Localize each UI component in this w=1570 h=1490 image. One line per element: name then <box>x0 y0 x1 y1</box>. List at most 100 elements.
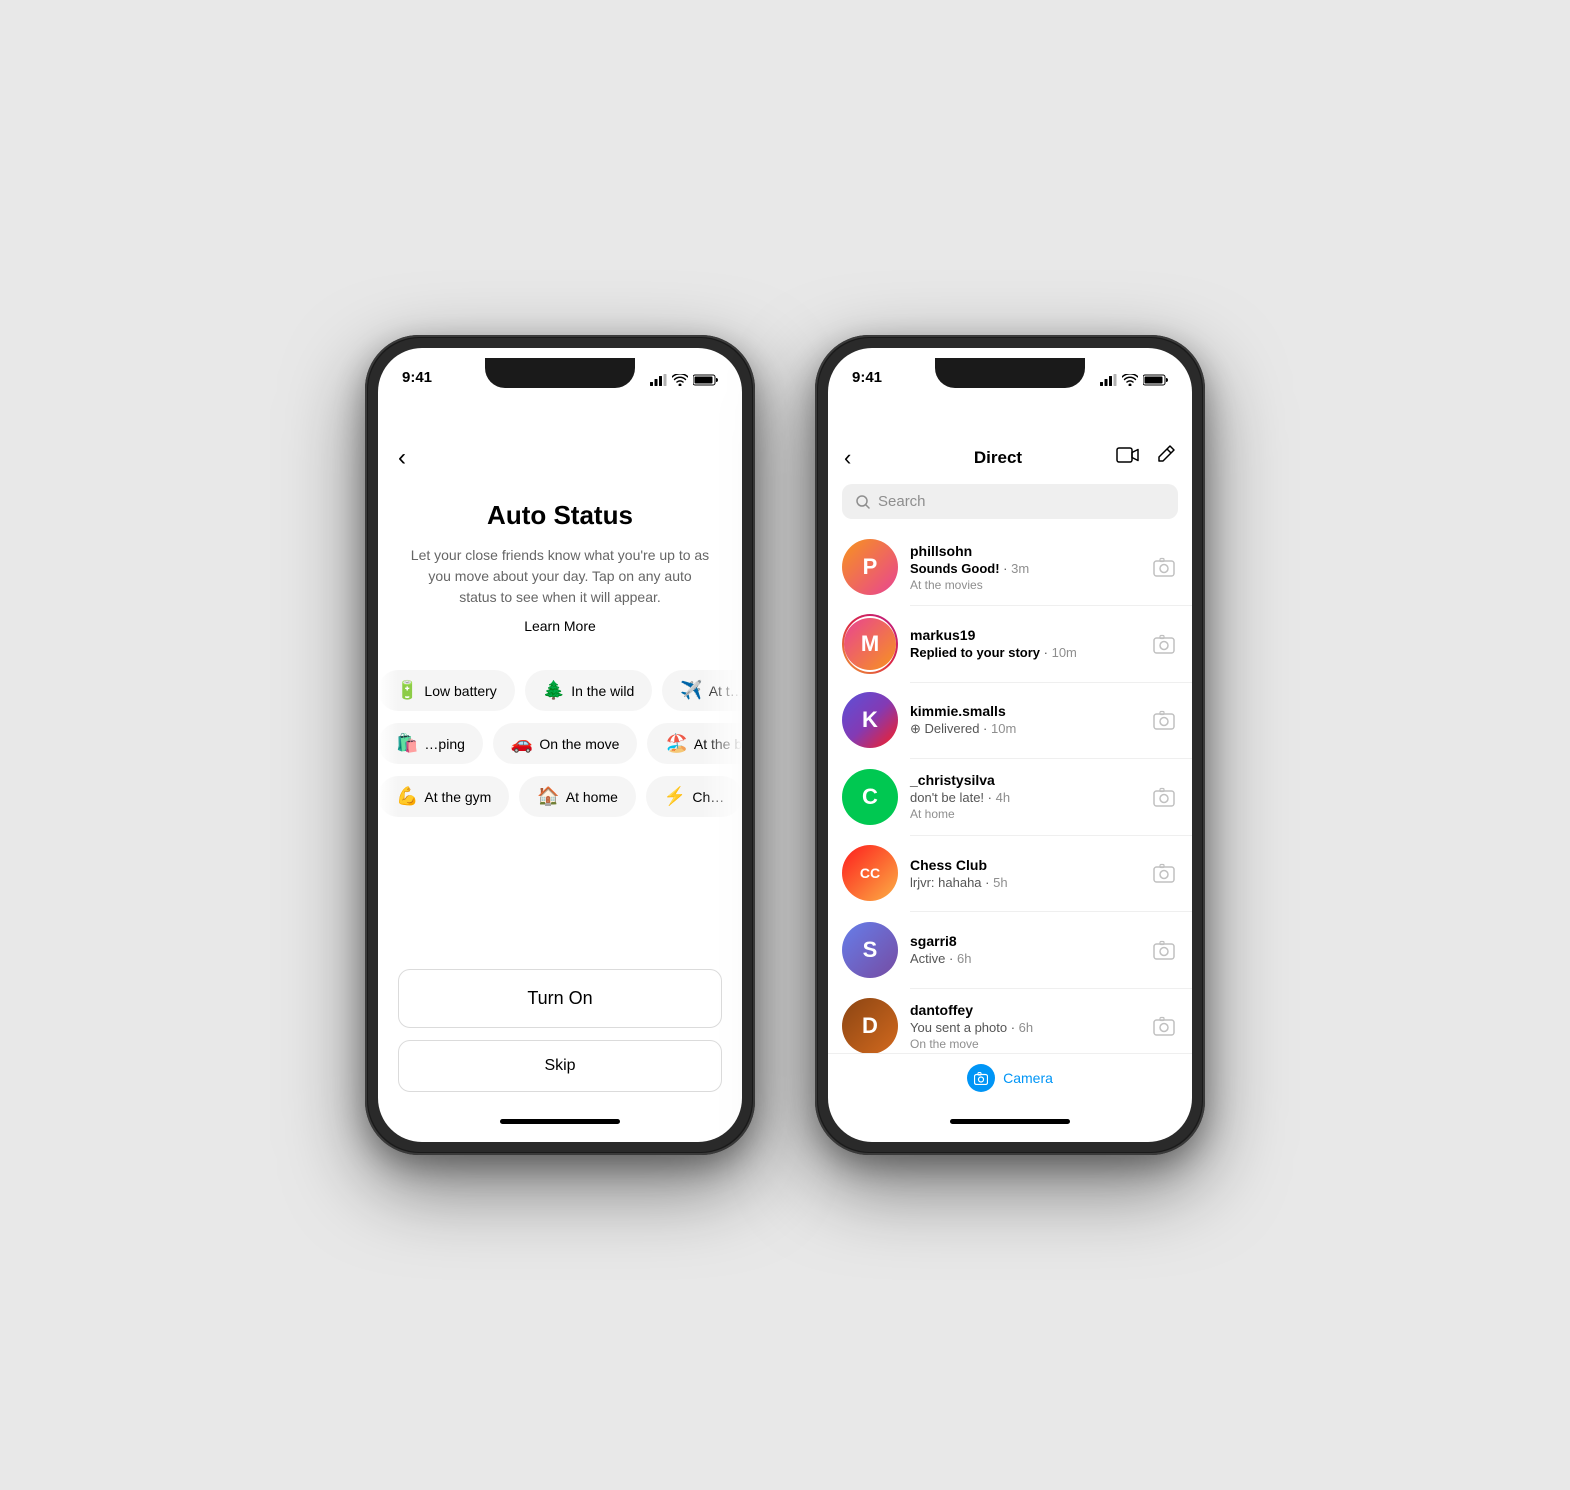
avatar-dantoffey: D <box>842 998 898 1053</box>
avatar-wrapper-dantoffey: D <box>842 998 898 1053</box>
auto-status-content: ‹ Auto Status Let your close friends kno… <box>378 392 742 1142</box>
message-info-markus19: markus19 Replied to your story · 10m <box>910 627 1138 660</box>
pill-low-battery[interactable]: 🔋 Low battery <box>378 670 515 711</box>
camera-svg-christy <box>1153 787 1175 807</box>
message-info-chess: Chess Club lrjvr: hahaha · 5h <box>910 857 1138 890</box>
pill-at-the-gym[interactable]: 💪 At the gym <box>378 776 509 817</box>
back-button-left[interactable]: ‹ <box>378 436 426 480</box>
username-sgarri8: sgarri8 <box>910 933 1138 949</box>
messages-list: P phillsohn Sounds Good! · 3m At the mov… <box>828 529 1192 1053</box>
camera-svg-phillsohn <box>1153 557 1175 577</box>
camera-btn-markus19[interactable] <box>1150 630 1178 658</box>
preview-sgarri8: Active · 6h <box>910 951 1138 966</box>
time-left: 9:41 <box>402 369 432 386</box>
skip-button[interactable]: Skip <box>398 1040 722 1092</box>
right-phone: 9:41 <box>815 335 1205 1155</box>
avatar-phillsohn: P <box>842 539 898 595</box>
avatar-wrapper-christy: C <box>842 769 898 825</box>
pills-row-1: 🔋 Low battery 🌲 In the wild ✈️ At t… <box>378 664 742 717</box>
home-indicator-left <box>500 1119 620 1124</box>
turn-on-button[interactable]: Turn On <box>398 969 722 1028</box>
pill-at-the-beach[interactable]: 🏖️ At the bead <box>647 723 742 764</box>
username-markus19: markus19 <box>910 627 1138 643</box>
preview-markus19: Replied to your story · 10m <box>910 645 1138 660</box>
direct-content: ‹ Direct <box>828 392 1192 1142</box>
camera-svg-dantoffey <box>1153 1016 1175 1036</box>
search-placeholder-text: Search <box>878 493 926 510</box>
compose-icon[interactable] <box>1154 444 1176 472</box>
message-item-dantoffey[interactable]: D dantoffey You sent a photo · 6h On the… <box>828 988 1192 1053</box>
home-indicator-right <box>950 1119 1070 1124</box>
compose-svg <box>1154 444 1176 466</box>
avatar-christy: C <box>842 769 898 825</box>
message-item-sgarri8[interactable]: S sgarri8 Active · 6h <box>828 912 1192 988</box>
camera-btn-kimmie[interactable] <box>1150 706 1178 734</box>
video-camera-svg <box>1116 446 1140 464</box>
wifi-icon <box>672 374 688 386</box>
pill-ch[interactable]: ⚡ Ch… <box>646 776 742 817</box>
bottom-buttons: Turn On Skip <box>378 949 742 1142</box>
wifi-icon-right <box>1122 374 1138 386</box>
direct-header: ‹ Direct <box>828 436 1192 484</box>
pills-row-2: 🛍️ …ping 🚗 On the move 🏖️ At the bead <box>378 717 742 770</box>
preview-dantoffey: You sent a photo · 6h <box>910 1020 1138 1035</box>
status-dantoffey: On the move <box>910 1037 1138 1051</box>
message-item-markus19[interactable]: M markus19 Replied to your story · 10m <box>828 606 1192 682</box>
camera-svg-markus19 <box>1153 634 1175 654</box>
camera-svg-chess <box>1153 863 1175 883</box>
left-phone: 9:41 <box>365 335 755 1155</box>
avatar-chess: CC <box>842 845 898 901</box>
status-christy: At home <box>910 807 1138 821</box>
search-icon <box>856 495 870 509</box>
preview-chess: lrjvr: hahaha · 5h <box>910 875 1138 890</box>
status-pills-section: 🔋 Low battery 🌲 In the wild ✈️ At t… <box>378 664 742 949</box>
username-chess: Chess Club <box>910 857 1138 873</box>
camera-btn-chess[interactable] <box>1150 859 1178 887</box>
video-icon[interactable] <box>1116 446 1140 470</box>
signal-icon <box>650 374 667 386</box>
search-bar[interactable]: Search <box>842 484 1178 519</box>
message-item-phillsohn[interactable]: P phillsohn Sounds Good! · 3m At the mov… <box>828 529 1192 605</box>
battery-icon <box>693 374 718 386</box>
camera-btn-dantoffey[interactable] <box>1150 1012 1178 1040</box>
camera-btn-sgarri8[interactable] <box>1150 936 1178 964</box>
back-button-right[interactable]: ‹ <box>844 445 880 471</box>
username-kimmie: kimmie.smalls <box>910 703 1138 719</box>
avatar-wrapper-chess: CC <box>842 845 898 901</box>
avatar-wrapper-markus19: M <box>842 616 898 672</box>
status-icons-right <box>1100 374 1168 386</box>
message-item-kimmie[interactable]: K kimmie.smalls ⊕ Delivered · 10m <box>828 682 1192 758</box>
camera-btn-phillsohn[interactable] <box>1150 553 1178 581</box>
message-item-chess[interactable]: CC Chess Club lrjvr: hahaha · 5h <box>828 835 1192 911</box>
notch-right <box>935 358 1085 388</box>
auto-status-description: Let your close friends know what you're … <box>408 545 712 608</box>
battery-icon-right <box>1143 374 1168 386</box>
message-info-sgarri8: sgarri8 Active · 6h <box>910 933 1138 966</box>
pill-at-t[interactable]: ✈️ At t… <box>662 670 742 711</box>
pill-in-the-wild[interactable]: 🌲 In the wild <box>525 670 652 711</box>
username-christy: _christysilva <box>910 772 1138 788</box>
learn-more-link[interactable]: Learn More <box>408 618 712 634</box>
bottom-camera-bar[interactable]: Camera <box>828 1053 1192 1142</box>
avatar-sgarri8: S <box>842 922 898 978</box>
camera-svg-sgarri8 <box>1153 940 1175 960</box>
message-info-kimmie: kimmie.smalls ⊕ Delivered · 10m <box>910 703 1138 737</box>
avatar-markus19: M <box>844 618 896 670</box>
message-item-christy[interactable]: C _christysilva don't be late! · 4h At h… <box>828 759 1192 835</box>
avatar-wrapper-phillsohn: P <box>842 539 898 595</box>
preview-kimmie: ⊕ Delivered · 10m <box>910 721 1138 737</box>
message-info-christy: _christysilva don't be late! · 4h At hom… <box>910 772 1138 821</box>
status-phillsohn: At the movies <box>910 578 1138 592</box>
time-right: 9:41 <box>852 369 882 386</box>
pill-on-the-move[interactable]: 🚗 On the move <box>493 723 638 764</box>
avatar-kimmie: K <box>842 692 898 748</box>
pill-shopping[interactable]: 🛍️ …ping <box>378 723 483 764</box>
status-icons-left <box>650 374 718 386</box>
signal-icon-right <box>1100 374 1117 386</box>
pill-at-home[interactable]: 🏠 At home <box>519 776 636 817</box>
direct-title: Direct <box>974 448 1022 468</box>
camera-bar-label: Camera <box>1003 1070 1053 1086</box>
phones-container: 9:41 <box>365 335 1205 1155</box>
header-action-icons <box>1116 444 1176 472</box>
camera-btn-christy[interactable] <box>1150 783 1178 811</box>
